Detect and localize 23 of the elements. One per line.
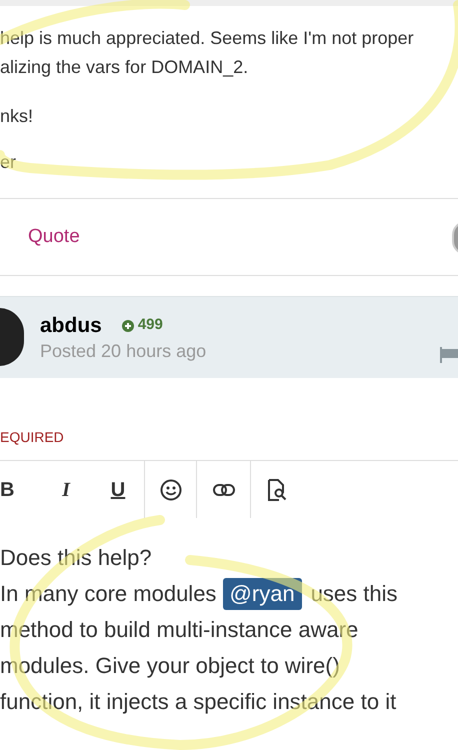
flag-icon[interactable] — [440, 347, 458, 363]
reputation-count: 499 — [138, 315, 163, 336]
document-search-icon — [266, 478, 286, 500]
editor-text: method to build multi-instance aware — [0, 616, 360, 644]
post-time: Posted 20 hours ago — [40, 340, 206, 362]
post-text: alizing the vars for DOMAIN_2. — [0, 56, 250, 79]
author-name[interactable]: abdus — [40, 312, 102, 338]
editor-text: function, it injects a specific instance to it — [0, 688, 398, 716]
format-button[interactable]: B — [0, 461, 40, 518]
format-button[interactable]: U — [92, 461, 144, 518]
editor-text: In many core modules — [0, 580, 218, 608]
post-text: help is much appreciated. Seems like I'm not proper — [0, 27, 415, 50]
link-icon — [212, 484, 234, 496]
smiley-icon — [160, 478, 182, 500]
post-text: nks! — [0, 105, 34, 128]
editor-text: uses this — [310, 580, 398, 608]
format-button[interactable]: I — [40, 461, 92, 518]
required-label: EQUIRED — [0, 428, 65, 446]
editor-text: Does this help? — [0, 544, 153, 572]
quote-link[interactable]: Quote — [28, 222, 80, 252]
editor-text: modules. Give your object to wire() — [0, 652, 341, 680]
plus-icon — [122, 320, 134, 332]
mention-tag[interactable]: @ryan — [222, 578, 302, 610]
